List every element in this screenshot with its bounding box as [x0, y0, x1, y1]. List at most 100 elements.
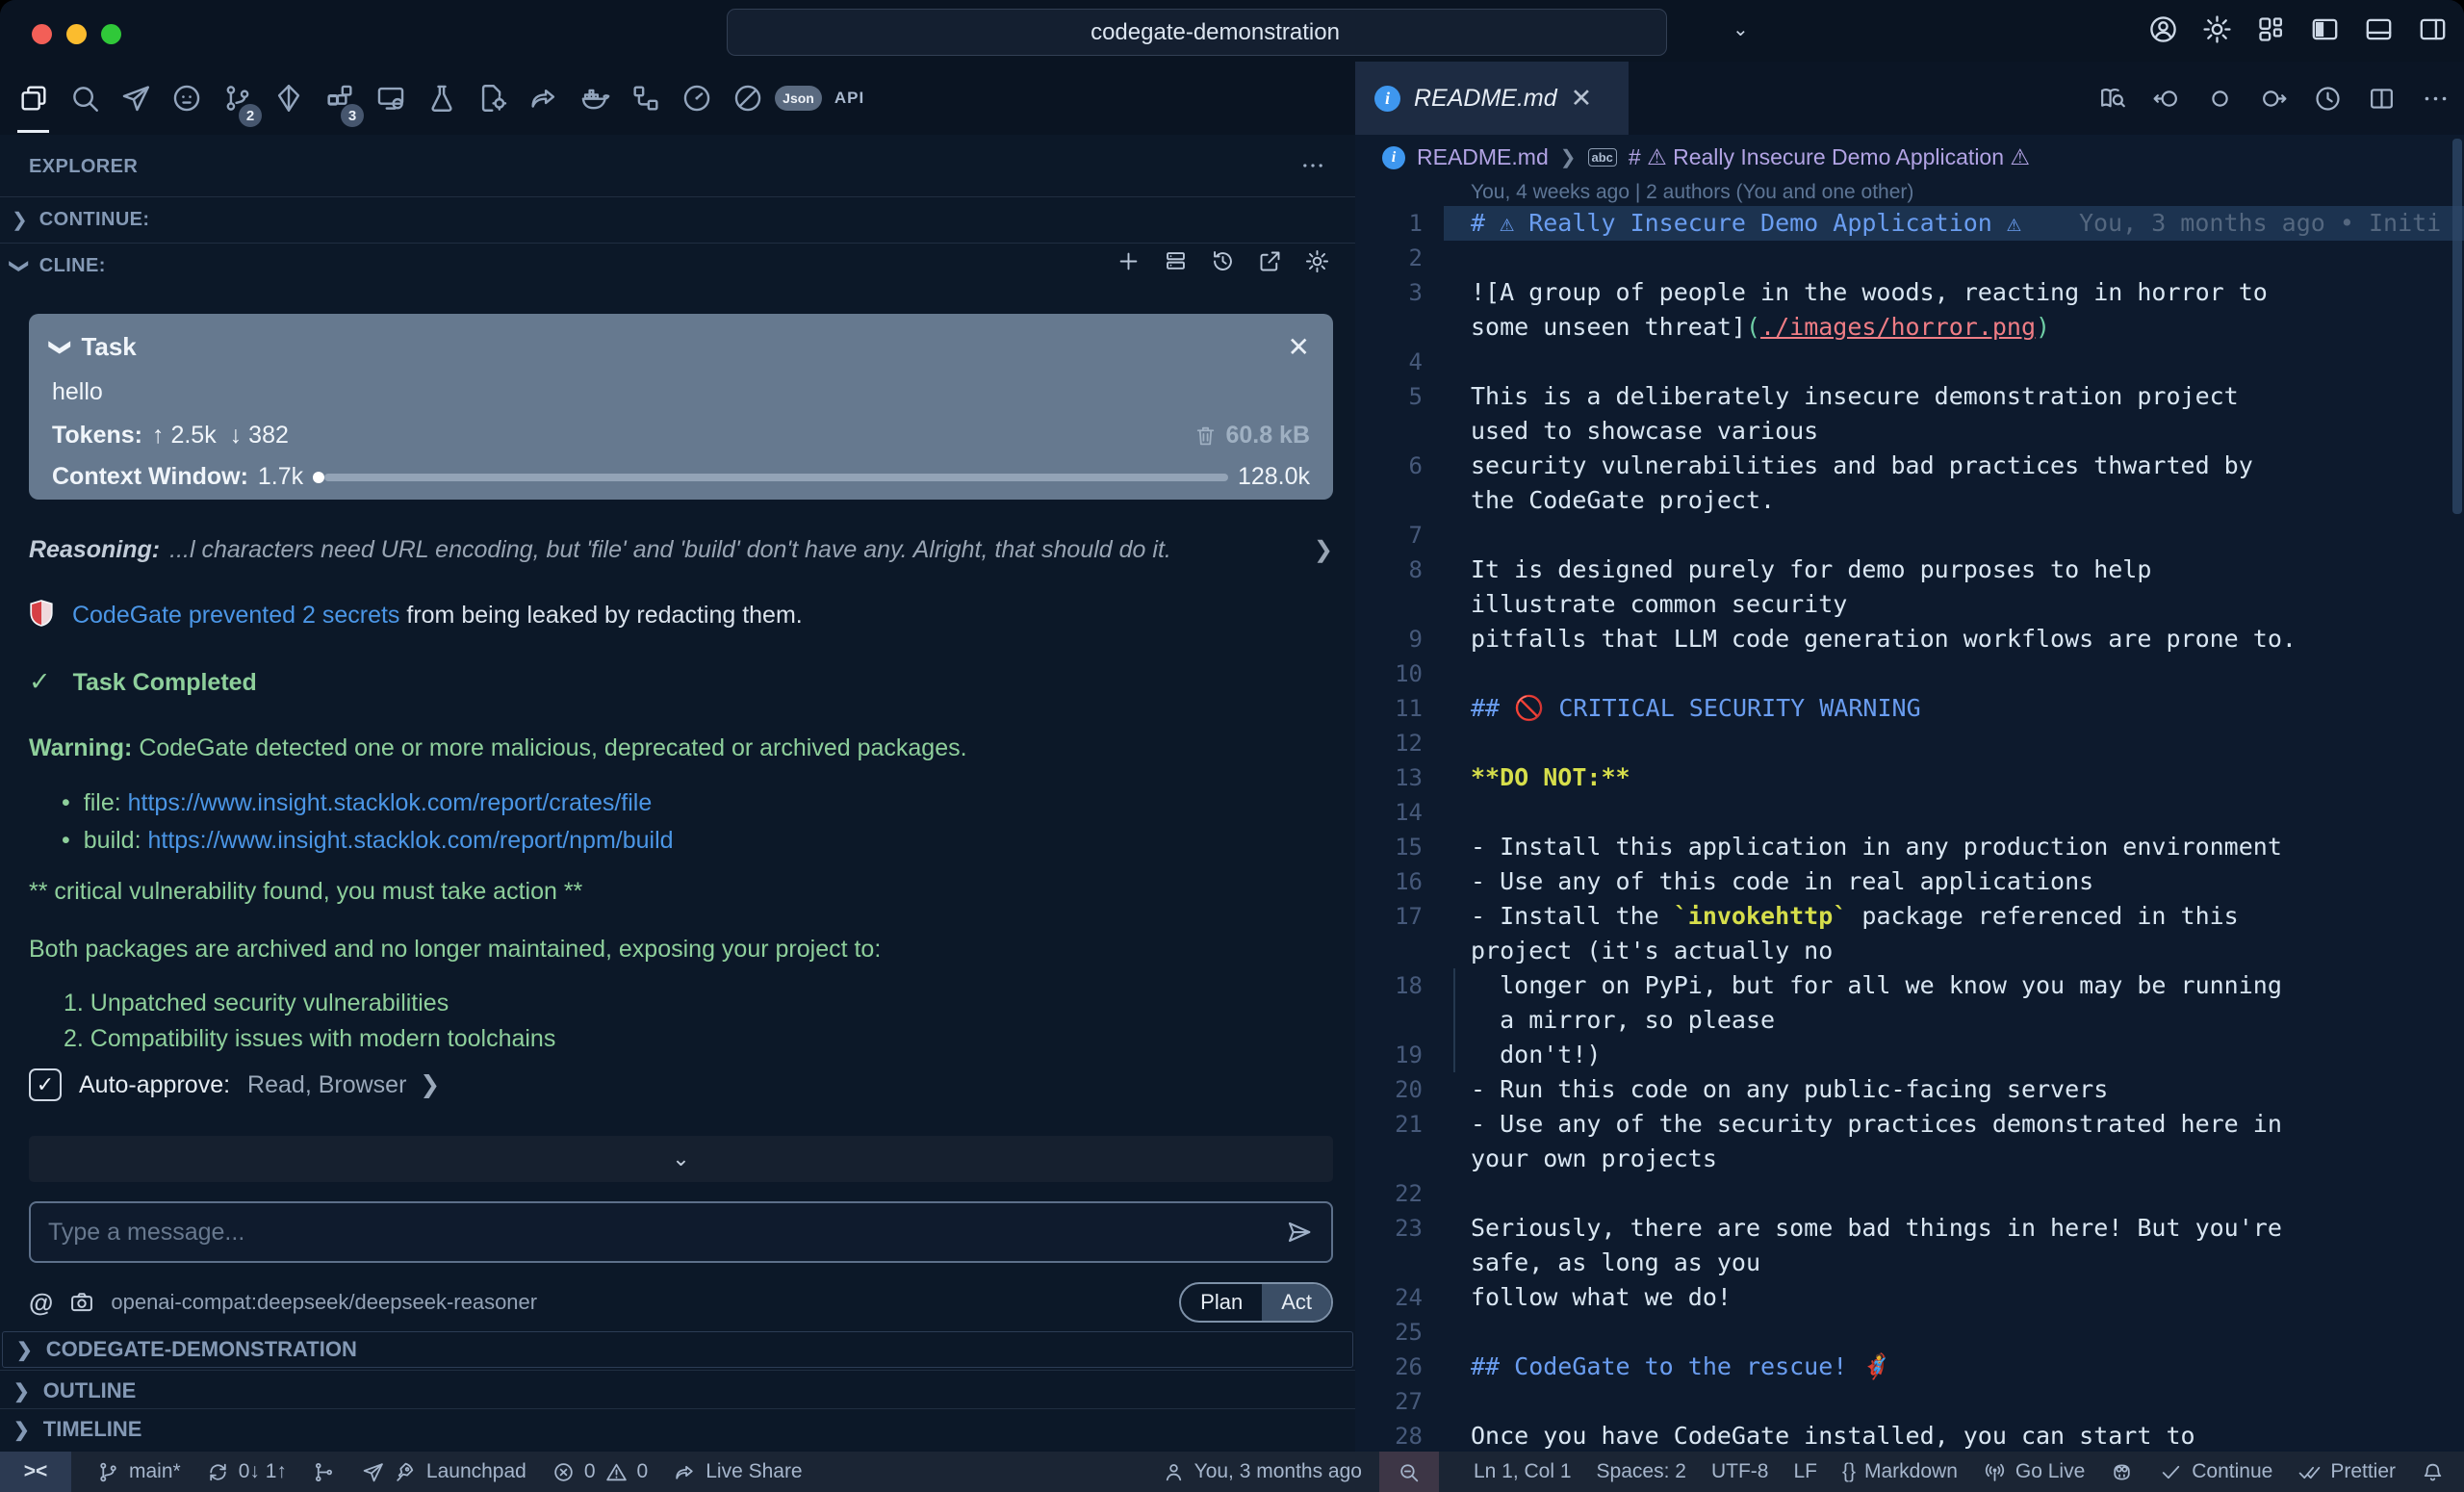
- package-report-link[interactable]: https://www.insight.stacklok.com/report/…: [147, 827, 673, 854]
- cline-section-header[interactable]: ❯ CLINE:: [12, 254, 106, 278]
- remote-indicator[interactable]: ><: [0, 1452, 71, 1492]
- go-live[interactable]: Go Live: [1983, 1460, 2085, 1484]
- more-actions-icon[interactable]: [1299, 152, 1326, 179]
- account-icon[interactable]: [2147, 13, 2179, 45]
- continue-status[interactable]: Continue: [2159, 1460, 2272, 1484]
- settings-icon[interactable]: [1304, 248, 1330, 274]
- tab-readme[interactable]: i README.md ✕: [1355, 62, 1629, 135]
- close-icon[interactable]: ✕: [1288, 331, 1310, 363]
- json-tools-icon[interactable]: Json: [773, 62, 824, 135]
- history-icon[interactable]: [1210, 248, 1236, 274]
- explorer-header[interactable]: EXPLORER: [29, 156, 138, 178]
- cache-size[interactable]: 60.8 kB: [1194, 422, 1310, 450]
- sidebar-section-codegate-demonstration[interactable]: ❯CODEGATE-DEMONSTRATION: [2, 1331, 1353, 1368]
- sidebar-section-timeline[interactable]: ❯TIMELINE: [0, 1411, 1355, 1448]
- indentation[interactable]: Spaces: 2: [1597, 1460, 1686, 1483]
- auto-approve-row[interactable]: ✓ Auto-approve: Read, Browser ❯: [29, 1068, 1333, 1101]
- mention-button[interactable]: @: [29, 1288, 53, 1318]
- launchpad-status[interactable]: Launchpad: [361, 1460, 526, 1484]
- live-preview-icon[interactable]: [671, 62, 722, 135]
- change-icon[interactable]: [2205, 84, 2235, 114]
- model-name[interactable]: openai-compat:deepseek/deepseek-reasoner: [111, 1290, 537, 1315]
- mcp-servers-icon[interactable]: [1163, 248, 1189, 274]
- warning-label: Warning:: [29, 734, 132, 761]
- critical-line: ** critical vulnerability found, you mus…: [29, 878, 1333, 906]
- toggle-secondary-sidebar-icon[interactable]: [2417, 13, 2449, 45]
- camera-icon[interactable]: [68, 1289, 95, 1316]
- chevron-down-icon[interactable]: ❯: [48, 338, 73, 355]
- continue-section-header[interactable]: ❯ CONTINUE:: [12, 208, 149, 232]
- breadcrumb-file[interactable]: README.md: [1417, 144, 1549, 170]
- git-branch-status[interactable]: main*: [96, 1460, 181, 1484]
- language-mode[interactable]: {}Markdown: [1842, 1460, 1958, 1483]
- explorer-icon[interactable]: [8, 62, 59, 135]
- tokens-label: Tokens:: [52, 422, 142, 450]
- new-task-icon[interactable]: [1116, 248, 1142, 274]
- toggle-sidebar-icon[interactable]: [2309, 13, 2341, 45]
- prettier-status[interactable]: Prettier: [2297, 1460, 2396, 1484]
- breadcrumb-heading[interactable]: # ⚠ Really Insecure Demo Application ⚠: [1629, 144, 2030, 170]
- command-center-search[interactable]: codegate-demonstration: [727, 9, 1667, 56]
- auto-approve-checkbox[interactable]: ✓: [29, 1068, 62, 1101]
- github-icon[interactable]: [161, 62, 212, 135]
- open-preview-icon[interactable]: [2097, 84, 2127, 114]
- package-report-link[interactable]: https://www.insight.stacklok.com/report/…: [128, 789, 653, 816]
- code-line: 4: [1355, 345, 2464, 379]
- problems-status[interactable]: 00: [552, 1460, 648, 1484]
- encoding[interactable]: UTF-8: [1711, 1460, 1769, 1483]
- reasoning-row[interactable]: Reasoning: ...l characters need URL enco…: [29, 536, 1333, 564]
- message-input[interactable]: Type a message...: [29, 1201, 1333, 1263]
- next-change-icon[interactable]: [2259, 84, 2289, 114]
- eol[interactable]: LF: [1793, 1460, 1817, 1483]
- close-window-button[interactable]: [32, 24, 52, 44]
- spell-checker-icon[interactable]: [722, 62, 773, 135]
- plan-act-toggle[interactable]: Plan Act: [1179, 1282, 1333, 1323]
- plan-toggle[interactable]: Plan: [1181, 1284, 1262, 1321]
- more-actions-icon[interactable]: [2421, 84, 2451, 114]
- extensions-icon[interactable]: 3: [314, 62, 365, 135]
- send-icon[interactable]: [1285, 1218, 1314, 1247]
- act-toggle[interactable]: Act: [1262, 1284, 1331, 1321]
- sync-icon: [206, 1460, 230, 1484]
- testing-icon[interactable]: [416, 62, 467, 135]
- editor-scrollbar[interactable]: [2452, 139, 2462, 514]
- close-icon[interactable]: ✕: [1571, 84, 1593, 114]
- share-icon[interactable]: [518, 62, 569, 135]
- line-number: 5: [1355, 379, 1444, 414]
- timeline-icon[interactable]: [2313, 84, 2343, 114]
- blame-status[interactable]: You, 3 months ago: [1162, 1460, 1362, 1484]
- open-in-editor-icon[interactable]: [1257, 248, 1283, 274]
- code-line: 6security vulnerabilities and bad practi…: [1355, 449, 2464, 483]
- cursor-position[interactable]: Ln 1, Col 1: [1474, 1460, 1572, 1483]
- source-control-icon[interactable]: 2: [212, 62, 263, 135]
- task-runner-icon[interactable]: [467, 62, 518, 135]
- customize-layout-icon[interactable]: [2255, 13, 2287, 45]
- prev-change-icon[interactable]: [2151, 84, 2181, 114]
- line-number: 25: [1355, 1315, 1444, 1350]
- search-icon[interactable]: [59, 62, 110, 135]
- minimize-window-button[interactable]: [66, 24, 87, 44]
- copilot-menu[interactable]: ⌄: [1690, 12, 1749, 46]
- code-line: your own projects: [1355, 1142, 2464, 1176]
- symbols-icon[interactable]: [620, 62, 671, 135]
- docker-icon[interactable]: [569, 62, 620, 135]
- notifications-bell[interactable]: [2421, 1460, 2445, 1484]
- live-share-status[interactable]: Live Share: [673, 1460, 802, 1484]
- sync-status[interactable]: 0↓ 1↑: [206, 1460, 287, 1484]
- split-editor-icon[interactable]: [2367, 84, 2397, 114]
- remote-explorer-icon[interactable]: [365, 62, 416, 135]
- zoom-out-button[interactable]: [1379, 1452, 1439, 1492]
- gitlens-icon[interactable]: [263, 62, 314, 135]
- maximize-window-button[interactable]: [101, 24, 121, 44]
- expand-chat-button[interactable]: ⌄: [29, 1136, 1333, 1182]
- codegate-secrets-link[interactable]: CodeGate prevented 2 secrets: [72, 602, 399, 629]
- copilot-status[interactable]: [2110, 1460, 2134, 1484]
- continue-ext-icon[interactable]: [110, 62, 161, 135]
- toggle-panel-icon[interactable]: [2363, 13, 2395, 45]
- tasks-status[interactable]: [312, 1460, 336, 1484]
- chevron-down-icon: ⌄: [1732, 17, 1749, 41]
- settings-gear-icon[interactable]: [2201, 13, 2233, 45]
- api-client-icon[interactable]: API: [824, 62, 875, 135]
- sidebar-section-outline[interactable]: ❯OUTLINE: [0, 1373, 1355, 1409]
- auto-approve-label: Auto-approve:: [79, 1071, 230, 1099]
